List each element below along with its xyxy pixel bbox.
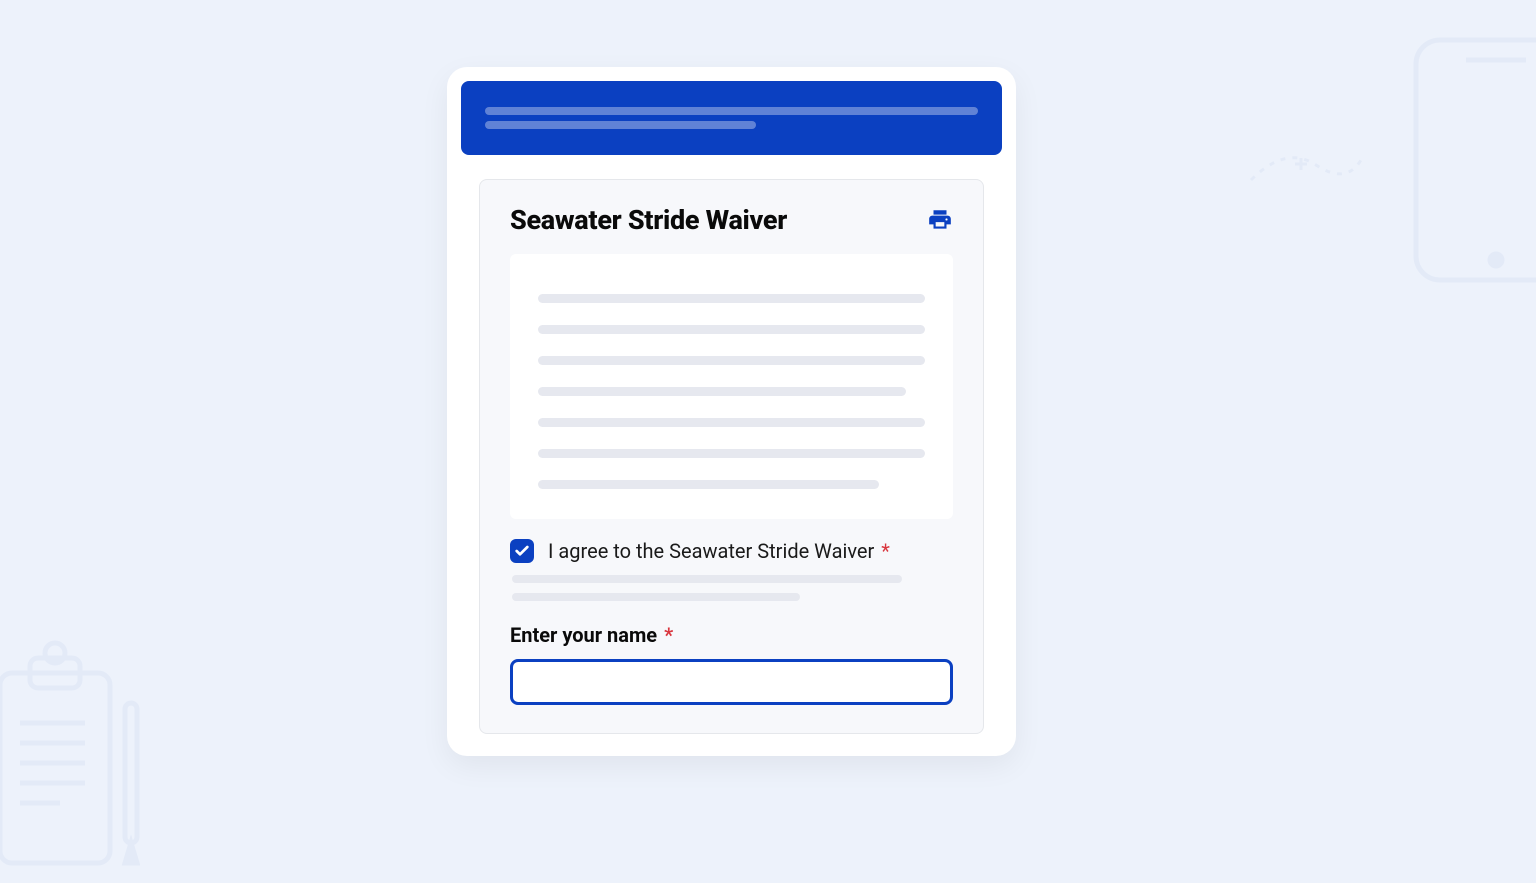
agree-checkbox[interactable]	[510, 539, 534, 563]
waiver-document-preview	[510, 254, 953, 519]
required-indicator: *	[664, 623, 673, 647]
banner-placeholder-line	[485, 107, 978, 115]
desc-placeholder-line	[512, 575, 902, 583]
waiver-panel: Seawater Stride Waiver	[479, 179, 984, 734]
name-label-text: Enter your name	[510, 623, 657, 647]
name-field-label: Enter your name *	[510, 623, 953, 647]
agree-label-text: I agree to the Seawater Stride Waiver	[548, 539, 874, 563]
agree-row: I agree to the Seawater Stride Waiver *	[510, 539, 953, 563]
name-input[interactable]	[510, 659, 953, 705]
form-card: Seawater Stride Waiver	[447, 67, 1016, 756]
phone-illustration	[1406, 30, 1536, 290]
doc-placeholder-line	[538, 356, 925, 365]
doc-placeholder-line	[538, 418, 925, 427]
banner-placeholder-line	[485, 121, 756, 129]
agree-label: I agree to the Seawater Stride Waiver *	[548, 539, 890, 563]
print-button[interactable]	[927, 207, 953, 233]
dashed-path-illustration	[1246, 140, 1366, 200]
required-indicator: *	[881, 539, 890, 563]
clipboard-illustration	[0, 633, 140, 883]
banner	[461, 81, 1002, 155]
doc-placeholder-line	[538, 294, 925, 303]
title-row: Seawater Stride Waiver	[510, 204, 953, 236]
doc-placeholder-line	[538, 387, 906, 396]
waiver-title: Seawater Stride Waiver	[510, 204, 787, 236]
doc-placeholder-line	[538, 480, 879, 489]
desc-placeholder-line	[512, 593, 800, 601]
check-icon	[514, 543, 530, 559]
doc-placeholder-line	[538, 325, 925, 334]
print-icon	[927, 207, 953, 233]
doc-placeholder-line	[538, 449, 925, 458]
agree-description	[510, 575, 953, 601]
